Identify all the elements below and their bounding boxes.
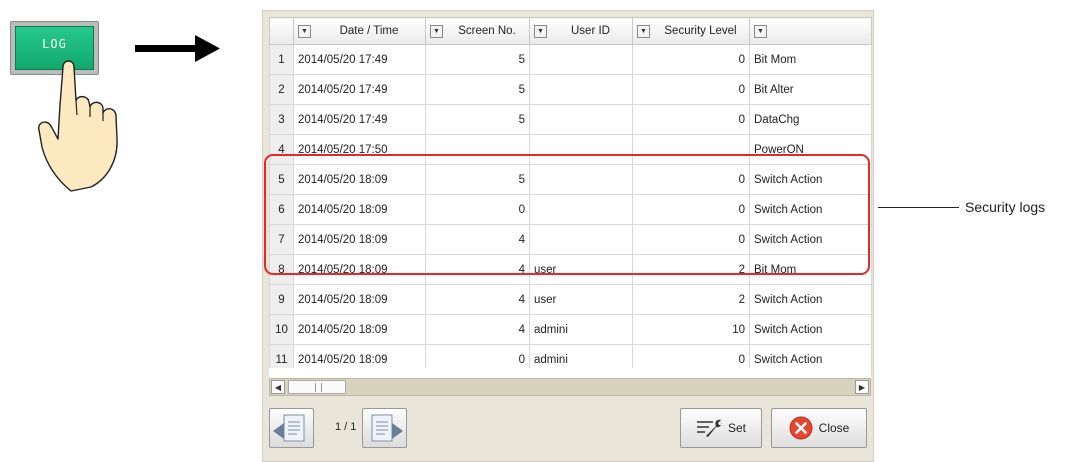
page-indicator: 1 / 1 [335,421,357,433]
security-level-cell: 0 [632,44,750,75]
wrench-icon [696,419,722,437]
header-screen-no[interactable]: ▼ Screen No. [425,17,530,45]
action-cell: Bit Alter [749,74,872,105]
row-number-cell: 10 [269,314,294,345]
scroll-left-icon[interactable]: ◀ [271,380,285,394]
header-security-level[interactable]: ▼ Security Level [632,17,750,45]
user-id-cell [529,74,633,105]
screen-no-cell: 5 [425,44,530,75]
table-row[interactable]: 2 2014/05/20 17:49 5 0 Bit Alter [269,74,872,105]
previous-page-button[interactable] [269,408,314,448]
screen-no-cell: 4 [425,284,530,315]
table-row[interactable]: 1 2014/05/20 17:49 5 0 Bit Mom [269,44,872,75]
row-number-cell: 9 [269,284,294,315]
action-cell: DataChg [749,104,872,135]
next-page-button[interactable] [362,408,407,448]
row-number-cell: 3 [269,104,294,135]
callout-leader-line [878,207,959,208]
header-datetime[interactable]: ▼ Date / Time [293,17,426,45]
datetime-cell: 2014/05/20 17:49 [293,74,426,105]
row-number-cell: 1 [269,44,294,75]
user-id-cell: admini [529,314,633,345]
action-cell: Switch Action [749,284,872,315]
dropdown-arrow-icon[interactable]: ▼ [637,24,650,38]
security-logs-callout: Security logs [965,199,1046,215]
header-user-id[interactable]: ▼ User ID [529,17,633,45]
dropdown-arrow-icon[interactable]: ▼ [534,24,547,38]
datetime-cell: 2014/05/20 18:09 [293,314,426,345]
horizontal-scrollbar[interactable]: ◀ ▶ [269,378,871,396]
close-button-label: Close [818,421,850,435]
datetime-cell: 2014/05/20 18:09 [293,284,426,315]
datetime-cell: 2014/05/20 17:49 [293,104,426,135]
page-next-icon [371,414,403,442]
screen-no-cell: 5 [425,74,530,105]
header-row-number [269,17,294,45]
security-level-cell: 10 [632,314,750,345]
security-level-cell: 0 [632,104,750,135]
page-prev-icon [273,414,305,442]
user-id-cell [529,44,633,75]
table-empty-area [269,368,871,378]
set-button[interactable]: Set [680,408,762,448]
user-id-cell [529,104,633,135]
dropdown-arrow-icon[interactable]: ▼ [298,24,311,38]
action-cell: Bit Mom [749,44,872,75]
pointing-hand-icon [38,60,118,192]
security-level-cell: 0 [632,74,750,105]
scrollbar-thumb[interactable] [288,380,346,394]
arrow-right-icon [135,35,220,62]
datetime-cell: 2014/05/20 17:49 [293,44,426,75]
row-number-cell: 2 [269,74,294,105]
dropdown-arrow-icon[interactable]: ▼ [430,24,443,38]
security-logs-highlight [264,154,870,275]
header-action[interactable]: ▼ [749,17,872,45]
scroll-right-icon[interactable]: ▶ [855,380,869,394]
dropdown-arrow-icon[interactable]: ▼ [754,24,767,38]
screen-no-cell: 5 [425,104,530,135]
security-level-cell: 2 [632,284,750,315]
close-button[interactable]: Close [771,408,867,448]
table-row[interactable]: 9 2014/05/20 18:09 4 user 2 Switch Action [269,284,872,315]
table-row[interactable]: 3 2014/05/20 17:49 5 0 DataChg [269,104,872,135]
close-x-icon [789,416,813,440]
action-cell: Switch Action [749,314,872,345]
screen-no-cell: 4 [425,314,530,345]
set-button-label: Set [727,421,746,435]
user-id-cell: user [529,284,633,315]
table-row[interactable]: 10 2014/05/20 18:09 4 admini 10 Switch Action [269,314,872,345]
